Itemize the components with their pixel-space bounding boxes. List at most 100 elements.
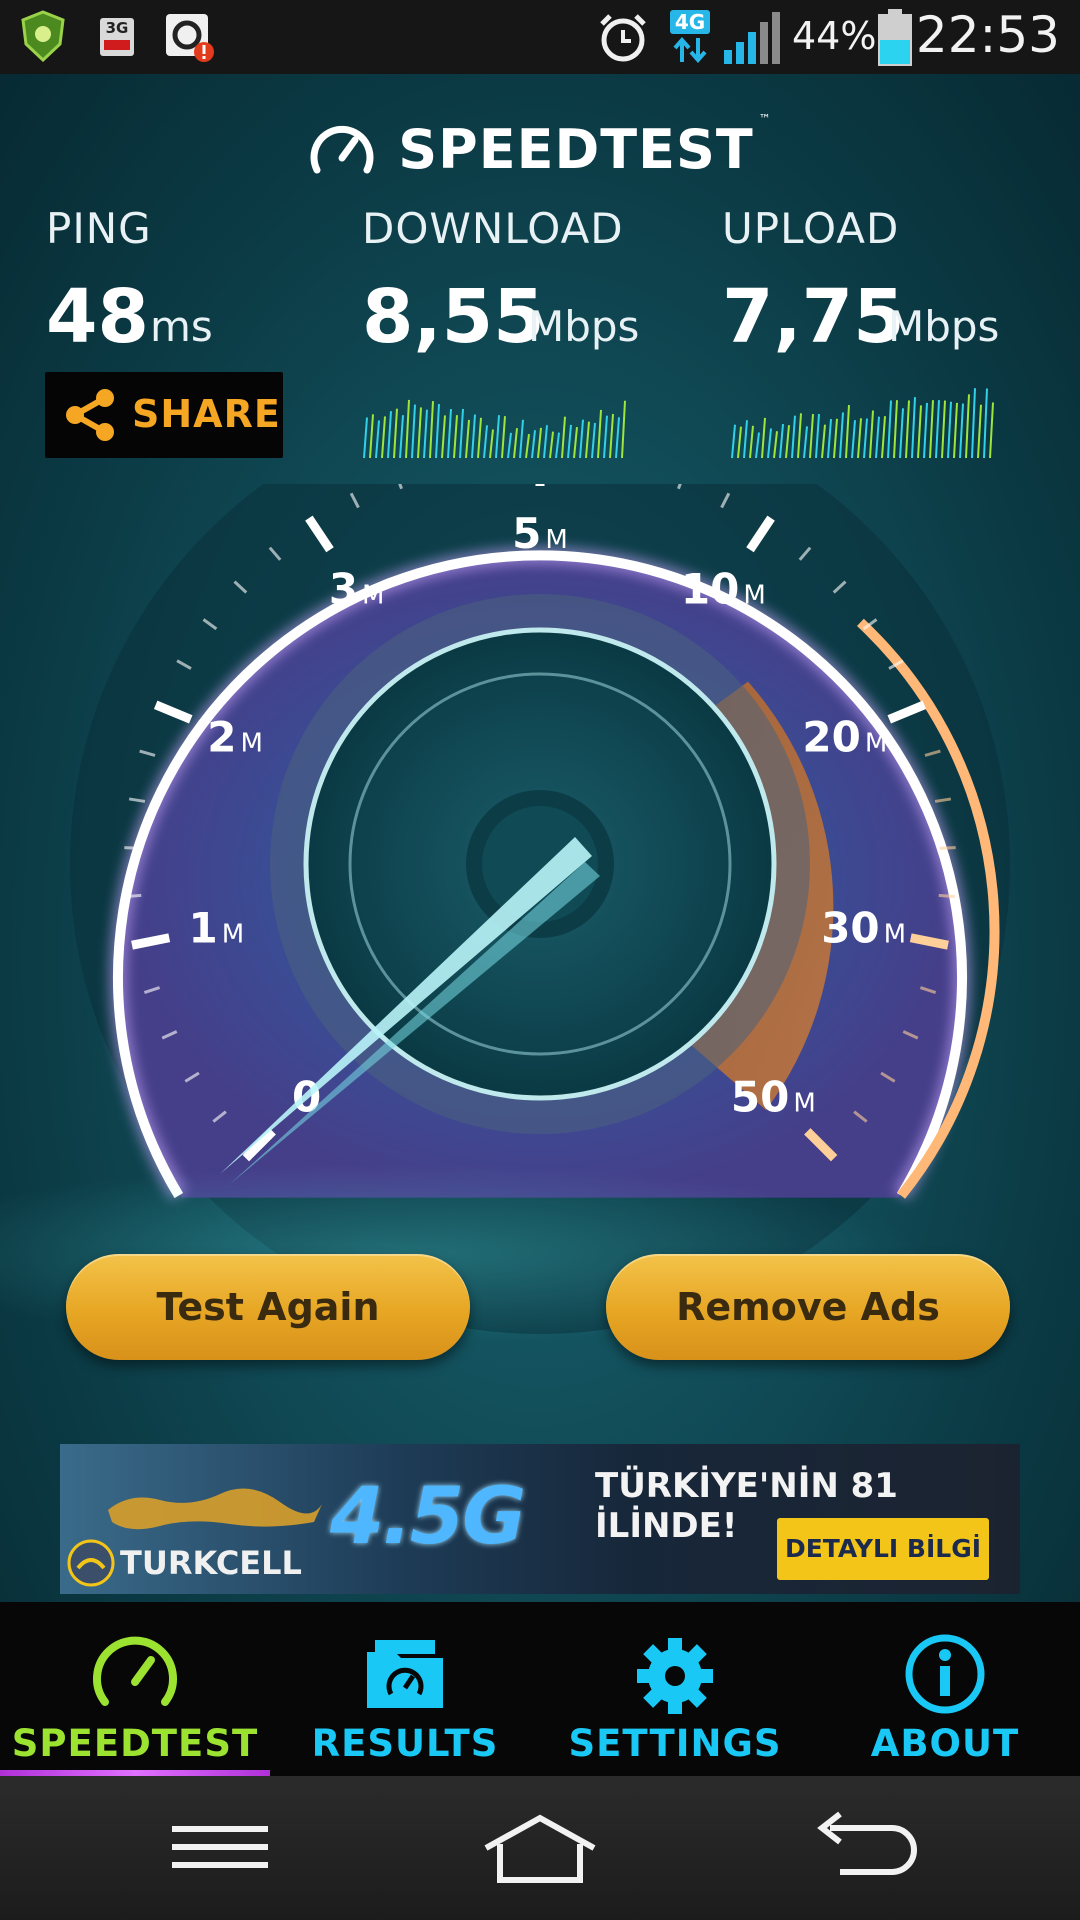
upload-unit: Mbps xyxy=(888,302,1000,351)
speed-graph-bar xyxy=(465,419,470,458)
tab-speedtest-label: SPEEDTEST xyxy=(11,1722,259,1765)
ping-label: PING xyxy=(46,204,152,253)
system-nav-bar xyxy=(0,1776,1080,1920)
app-brand: SPEEDTEST ™ xyxy=(0,112,1080,181)
speed-graph-bar xyxy=(803,426,808,458)
speed-graph-bar xyxy=(525,434,530,458)
speed-graph-bar xyxy=(489,429,494,458)
speed-graph-bar xyxy=(797,413,802,458)
speed-graph-bar xyxy=(621,400,626,458)
tab-speedtest[interactable]: SPEEDTEST xyxy=(0,1602,270,1776)
share-label: SHARE xyxy=(132,392,281,436)
ad-detail-button[interactable]: DETAYLI BİLGİ xyxy=(777,1518,989,1580)
speed-graph-bar xyxy=(929,400,934,458)
speed-graph-bar xyxy=(875,416,880,458)
ping-value: 48 xyxy=(46,274,149,360)
speed-graph-bar xyxy=(767,428,772,458)
gear-icon xyxy=(637,1638,713,1714)
speed-graph-bar xyxy=(881,416,886,458)
signal-strength-icon xyxy=(724,12,780,64)
speed-graph-bar xyxy=(965,394,970,458)
speed-graph-bar xyxy=(959,403,964,458)
ad-banner[interactable]: 4.5G TÜRKİYE'NİN 81 İLİNDE! DETAYLI BİLG… xyxy=(60,1444,1020,1594)
speed-graph-bar xyxy=(543,425,548,458)
speed-graph-bar xyxy=(983,388,988,458)
speed-graph-bar xyxy=(561,416,566,458)
alarm-clock-icon xyxy=(600,14,646,62)
speed-graph-bar xyxy=(579,419,584,458)
speedometer-logo-icon xyxy=(310,125,374,173)
speedometer-icon xyxy=(93,1636,177,1706)
back-icon[interactable] xyxy=(800,1810,920,1886)
menu-icon[interactable] xyxy=(160,1810,280,1886)
speed-graph-bar xyxy=(743,420,748,458)
speed-graph-bar xyxy=(537,427,542,458)
status-bar: 3G 4G 44% 22:53 xyxy=(0,0,1080,74)
speed-graph-bar xyxy=(845,404,850,458)
home-icon[interactable] xyxy=(480,1810,600,1886)
speed-graph-bar xyxy=(597,409,602,458)
share-button[interactable]: SHARE xyxy=(45,372,283,458)
tab-settings-label: SETTINGS xyxy=(568,1722,782,1765)
speed-graph-bar xyxy=(573,427,578,458)
brand-title: SPEEDTEST xyxy=(398,118,754,181)
speed-graph-bar xyxy=(833,418,838,458)
speed-graph-bar xyxy=(773,431,778,458)
speed-graph-bar xyxy=(411,404,416,458)
battery-percent: 44% xyxy=(792,14,877,58)
remove-ads-button[interactable]: Remove Ads xyxy=(606,1254,1010,1360)
results-folder-icon xyxy=(367,1640,443,1708)
speed-graph-bar xyxy=(851,420,856,458)
speed-graph-bar xyxy=(375,420,380,458)
speed-graph-bar xyxy=(513,428,518,458)
speed-graph-bar xyxy=(839,412,844,458)
speed-graph-bar xyxy=(549,431,554,458)
ad-brand: TURKCELL xyxy=(120,1544,302,1582)
speed-graph-bar xyxy=(923,402,928,458)
email-alert-icon xyxy=(166,14,214,62)
speed-graph-bar xyxy=(731,424,736,458)
speed-graph-bar xyxy=(869,410,874,458)
gauge-minor-tick xyxy=(939,846,956,850)
speed-gauge: 01M2M3M5M10M20M30M50M xyxy=(0,484,1010,1344)
ping-unit: ms xyxy=(150,302,213,351)
speed-graph-bar xyxy=(863,418,868,458)
lte-4g-text: 4G xyxy=(670,10,710,34)
speed-graph-bar xyxy=(827,418,832,458)
speedtest-main: SPEEDTEST ™ PING 48 ms DOWNLOAD 8,55 Mbp… xyxy=(0,74,1080,1602)
speed-graph-bar xyxy=(585,421,590,458)
speed-graph-bar xyxy=(893,400,898,458)
speed-graph-bar xyxy=(591,422,596,458)
speed-graph-bar xyxy=(947,401,952,458)
speed-graph-bar xyxy=(615,417,620,458)
test-again-button[interactable]: Test Again xyxy=(66,1254,470,1360)
speed-graph-bar xyxy=(555,432,560,458)
tab-about[interactable]: ABOUT xyxy=(810,1602,1080,1776)
lte-4g-badge: 4G xyxy=(670,10,710,66)
speed-graph-bar xyxy=(381,416,386,458)
speed-graph-bar xyxy=(821,424,826,458)
tab-about-label: ABOUT xyxy=(870,1722,1020,1765)
speed-graph-bar xyxy=(989,402,994,458)
tab-results[interactable]: RESULTS xyxy=(270,1602,540,1776)
speed-graph-bar xyxy=(477,417,482,458)
speed-graph-bar xyxy=(429,401,434,458)
speed-graph-bar xyxy=(761,417,766,458)
speed-graph-bar xyxy=(935,400,940,458)
tab-settings[interactable]: SETTINGS xyxy=(540,1602,810,1776)
speed-graph-bar xyxy=(453,415,458,458)
data-arrows-icon xyxy=(673,36,707,64)
speed-graph-bar xyxy=(953,402,958,458)
speed-graph-bar xyxy=(755,432,760,458)
speed-graph-bar xyxy=(363,417,368,458)
speed-graph-bar xyxy=(971,388,976,458)
gauge-minor-tick xyxy=(125,893,142,899)
download-speed-graph xyxy=(363,399,626,458)
speed-graph-bar xyxy=(483,425,488,458)
turkcell-logo-icon xyxy=(67,1539,115,1587)
network-3g-badge: 3G xyxy=(100,18,134,56)
speed-graph-bar xyxy=(441,415,446,458)
upload-speed-graph xyxy=(731,388,994,458)
speed-graph-bar xyxy=(779,423,784,458)
ad-product-title: 4.5G xyxy=(330,1472,526,1562)
